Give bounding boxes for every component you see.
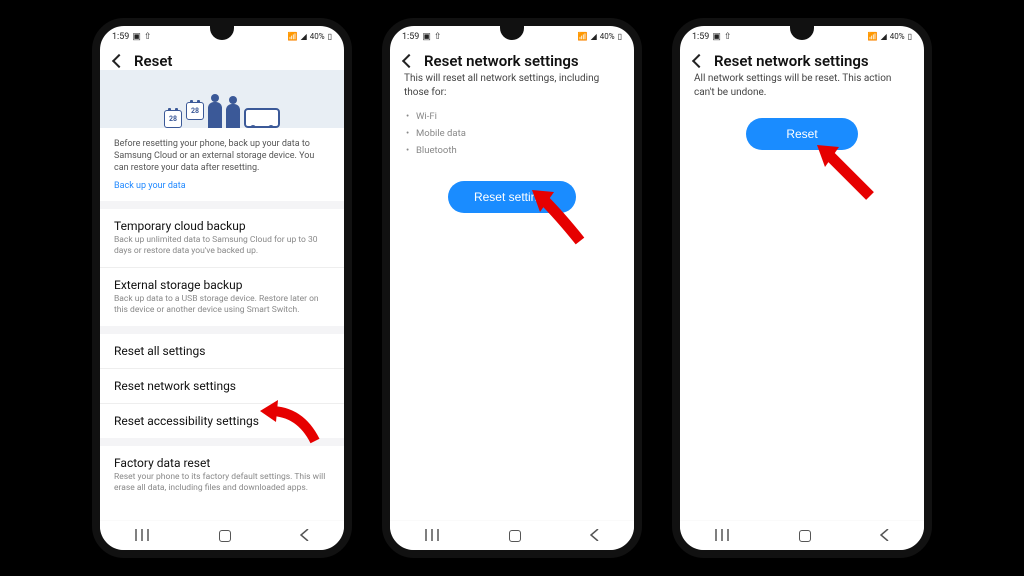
wifi-icon: 📶 xyxy=(578,32,588,41)
nav-home-icon[interactable] xyxy=(799,530,811,542)
info-text: Before resetting your phone, back up you… xyxy=(114,139,314,173)
status-app-icon: ▣ xyxy=(712,32,721,42)
reset-button[interactable]: Reset xyxy=(746,118,857,150)
calendar-icon: 28 xyxy=(164,110,182,128)
status-upload-icon: ⇧ xyxy=(144,32,152,42)
item-external-backup[interactable]: External storage backup Back up data to … xyxy=(100,268,344,326)
item-reset-network[interactable]: Reset network settings xyxy=(100,369,344,403)
signal-icon: ◢ xyxy=(591,32,597,41)
cart-illustration xyxy=(244,108,280,128)
nav-home-icon[interactable] xyxy=(219,530,231,542)
person-illustration xyxy=(208,102,222,128)
item-title: Reset accessibility settings xyxy=(114,414,330,428)
info-block: Before resetting your phone, back up you… xyxy=(100,128,344,201)
content-area: This will reset all network settings, in… xyxy=(390,70,634,520)
nav-bar xyxy=(100,520,344,550)
nav-recent-icon[interactable] xyxy=(714,526,730,545)
battery-icon: ▯ xyxy=(908,32,912,41)
item-title: Factory data reset xyxy=(114,456,330,470)
page-title: Reset network settings xyxy=(424,52,579,70)
backup-link[interactable]: Back up your data xyxy=(114,180,330,192)
nav-recent-icon[interactable] xyxy=(134,526,150,545)
item-title: Temporary cloud backup xyxy=(114,219,330,233)
content-area: 28 28 Before resetting your phone, back … xyxy=(100,70,344,520)
nav-bar xyxy=(390,520,634,550)
battery-icon: ▯ xyxy=(618,32,622,41)
nav-back-icon[interactable] xyxy=(300,526,310,545)
bullet-item: Bluetooth xyxy=(416,142,620,159)
item-title: Reset network settings xyxy=(114,379,330,393)
item-sub: Reset your phone to its factory default … xyxy=(114,472,330,494)
status-app-icon: ▣ xyxy=(422,32,431,42)
nav-back-icon[interactable] xyxy=(880,526,890,545)
phone-screen-1: 1:59 ▣ ⇧ 📶 ◢ 40% ▯ Reset 28 28 Before re… xyxy=(92,18,352,558)
nav-home-icon[interactable] xyxy=(509,530,521,542)
status-time: 1:59 xyxy=(402,32,419,42)
description-text: This will reset all network settings, in… xyxy=(390,70,634,104)
bullet-item: Wi-Fi xyxy=(416,108,620,125)
person-illustration xyxy=(226,104,240,128)
item-reset-accessibility[interactable]: Reset accessibility settings xyxy=(100,404,344,438)
nav-recent-icon[interactable] xyxy=(424,526,440,545)
bullet-item: Mobile data xyxy=(416,125,620,142)
illustration-banner: 28 28 xyxy=(100,70,344,128)
reset-settings-button[interactable]: Reset settings xyxy=(448,181,576,213)
back-icon[interactable] xyxy=(112,54,126,68)
nav-bar xyxy=(680,520,924,550)
battery-text: 40% xyxy=(600,32,615,41)
description-text: All network settings will be reset. This… xyxy=(680,70,924,104)
wifi-icon: 📶 xyxy=(868,32,878,41)
signal-icon: ◢ xyxy=(881,32,887,41)
status-app-icon: ▣ xyxy=(132,32,141,42)
bullet-list: Wi-Fi Mobile data Bluetooth xyxy=(390,104,634,167)
phone-screen-3: 1:59 ▣ ⇧ 📶 ◢ 40% ▯ Reset network setting… xyxy=(672,18,932,558)
status-time: 1:59 xyxy=(112,32,129,42)
signal-icon: ◢ xyxy=(301,32,307,41)
page-title: Reset xyxy=(134,52,172,70)
item-temp-cloud-backup[interactable]: Temporary cloud backup Back up unlimited… xyxy=(100,209,344,267)
battery-text: 40% xyxy=(890,32,905,41)
page-title: Reset network settings xyxy=(714,52,869,70)
item-title: Reset all settings xyxy=(114,344,330,358)
nav-back-icon[interactable] xyxy=(590,526,600,545)
wifi-icon: 📶 xyxy=(288,32,298,41)
battery-icon: ▯ xyxy=(328,32,332,41)
item-sub: Back up unlimited data to Samsung Cloud … xyxy=(114,235,330,257)
status-time: 1:59 xyxy=(692,32,709,42)
back-icon[interactable] xyxy=(692,54,706,68)
status-upload-icon: ⇧ xyxy=(434,32,442,42)
back-icon[interactable] xyxy=(402,54,416,68)
battery-text: 40% xyxy=(310,32,325,41)
item-reset-all[interactable]: Reset all settings xyxy=(100,334,344,368)
status-upload-icon: ⇧ xyxy=(724,32,732,42)
item-title: External storage backup xyxy=(114,278,330,292)
content-area: All network settings will be reset. This… xyxy=(680,70,924,520)
item-factory-reset[interactable]: Factory data reset Reset your phone to i… xyxy=(100,446,344,504)
calendar-icon: 28 xyxy=(186,102,204,120)
item-sub: Back up data to a USB storage device. Re… xyxy=(114,294,330,316)
phone-screen-2: 1:59 ▣ ⇧ 📶 ◢ 40% ▯ Reset network setting… xyxy=(382,18,642,558)
